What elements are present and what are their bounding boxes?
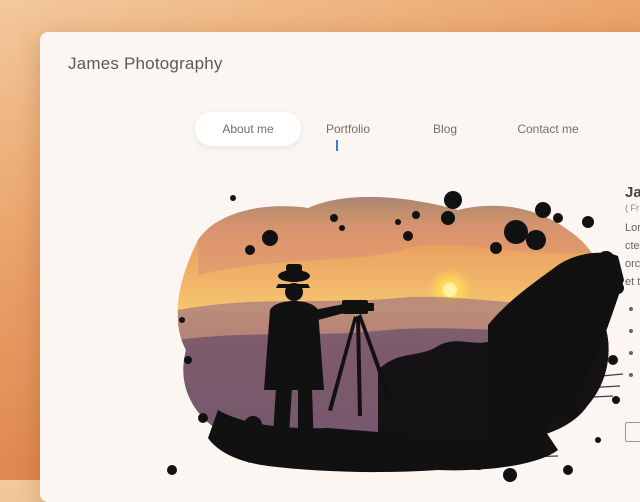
list-item: [625, 345, 640, 367]
nav-about-me[interactable]: About me: [195, 112, 301, 146]
bio-subtitle: ( Fr: [625, 203, 639, 213]
bio-text-line: orc: [625, 258, 640, 270]
text-cursor: [336, 140, 338, 151]
bio-text-line: Lor: [625, 222, 640, 234]
bio-text: Lor cte orc et t: [625, 219, 640, 291]
brand-logo[interactable]: James Photography: [68, 54, 223, 74]
bio-text-line: et t: [625, 276, 640, 288]
bio-panel: Ja ( Fr Lor cte orc et t: [625, 184, 640, 442]
list-item: [625, 301, 640, 323]
list-item: [625, 367, 640, 389]
nav-contact-me[interactable]: Contact me: [501, 112, 595, 146]
list-item: [625, 323, 640, 345]
bio-name: Ja: [625, 184, 640, 201]
nav-portfolio[interactable]: Portfolio: [313, 112, 383, 146]
page-card: James Photography About me Portfolio Blo…: [40, 32, 640, 502]
hero-image: [158, 160, 628, 490]
bio-action-button[interactable]: [625, 422, 640, 442]
bio-bullet-list: [625, 301, 640, 389]
nav-blog[interactable]: Blog: [417, 112, 473, 146]
bio-text-line: cte: [625, 240, 640, 252]
main-nav: About me Portfolio Blog Contact me: [195, 112, 595, 146]
photographer-silhouette-image: [167, 191, 624, 482]
